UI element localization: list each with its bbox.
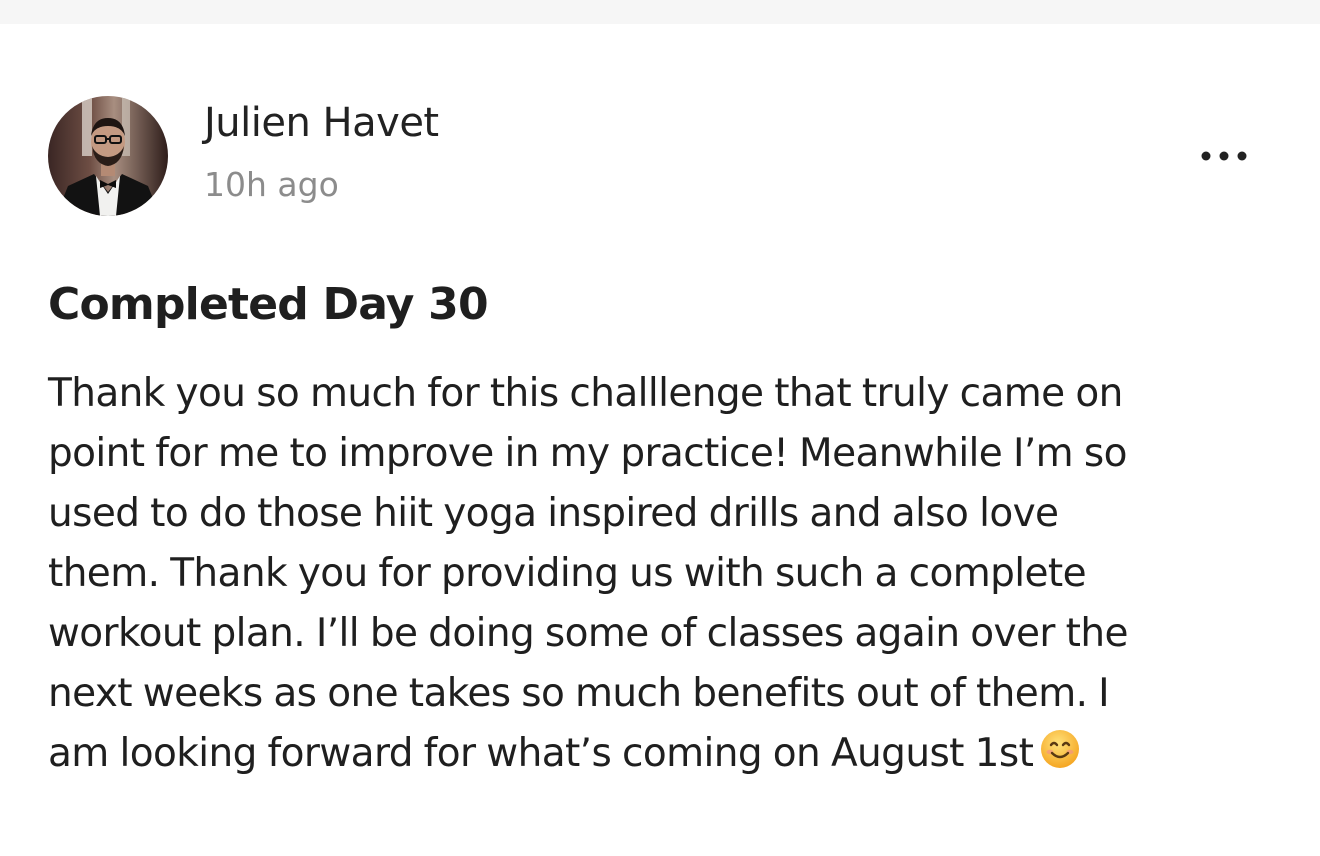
author-name[interactable]: Julien Havet: [204, 100, 439, 146]
more-options-button[interactable]: [1194, 140, 1254, 172]
post-body-line: Thank you so much for this challlenge th…: [48, 371, 1123, 416]
post-body: Thank you so much for this challlenge th…: [48, 364, 1268, 788]
post-body-line-last: am looking forward for what’s coming on …: [48, 724, 1268, 788]
more-horizontal-icon: [1201, 151, 1247, 161]
person-photo-icon: [48, 96, 168, 216]
smiling-face-emoji-icon: [1039, 728, 1081, 788]
top-divider-strip: [0, 0, 1320, 24]
post-body-line: point for me to improve in my practice! …: [48, 431, 1127, 476]
post-body-line: workout plan. I’ll be doing some of clas…: [48, 611, 1128, 656]
post-body-line: next weeks as one takes so much benefits…: [48, 671, 1110, 716]
post-timestamp: 10h ago: [204, 165, 339, 204]
author-avatar[interactable]: [48, 96, 168, 216]
post-card: Julien Havet 10h ago Completed Day 30 Th…: [0, 24, 1320, 856]
post-body-line: them. Thank you for providing us with su…: [48, 551, 1087, 596]
post-title: Completed Day 30: [48, 279, 489, 330]
post-body-line-text: am looking forward for what’s coming on …: [48, 731, 1034, 776]
post-body-line: used to do those hiit yoga inspired dril…: [48, 491, 1059, 536]
